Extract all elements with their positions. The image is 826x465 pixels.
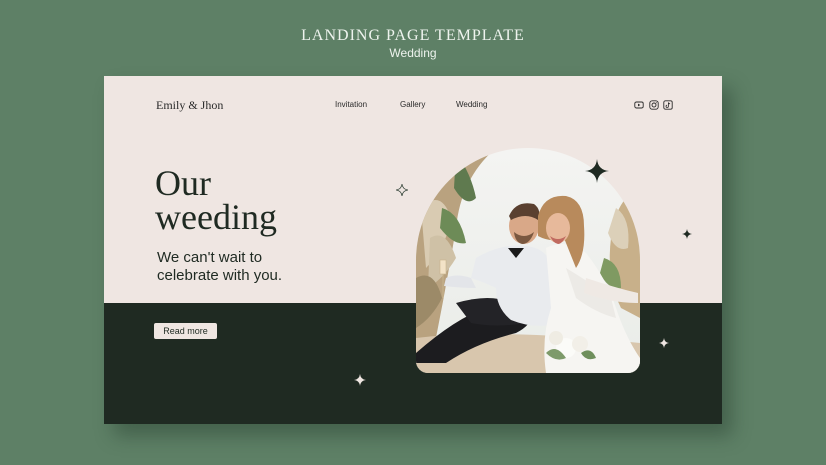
template-title: LANDING PAGE TEMPLATE — [301, 27, 525, 44]
sparkle-icon — [659, 338, 669, 348]
hero-headline-line2: weeding — [155, 197, 277, 237]
instagram-icon[interactable] — [649, 100, 659, 110]
brand-logo[interactable]: Emily & Jhon — [156, 98, 223, 113]
sparkle-icon — [682, 229, 692, 239]
youtube-icon[interactable] — [634, 100, 644, 110]
nav-invitation[interactable]: Invitation — [335, 100, 367, 109]
landing-card: Emily & Jhon Invitation Gallery Wedding … — [104, 76, 722, 424]
hero-subline: We can't wait to celebrate with you. — [157, 249, 282, 285]
sparkle-icon — [354, 374, 366, 386]
nav-gallery[interactable]: Gallery — [400, 100, 425, 109]
hero-headline: Our weeding — [155, 163, 277, 237]
hero-subline-line1: We can't wait to — [157, 249, 263, 266]
template-subtitle: Wedding — [389, 46, 437, 60]
sparkle-icon — [585, 159, 609, 183]
nav-wedding[interactable]: Wedding — [456, 100, 487, 109]
hero-subline-line2: celebrate with you. — [157, 267, 283, 284]
hero-headline-line1: Our — [155, 163, 211, 203]
read-more-button[interactable]: Read more — [154, 323, 217, 339]
sparkle-icon — [396, 184, 408, 196]
tiktok-icon[interactable] — [663, 100, 673, 110]
